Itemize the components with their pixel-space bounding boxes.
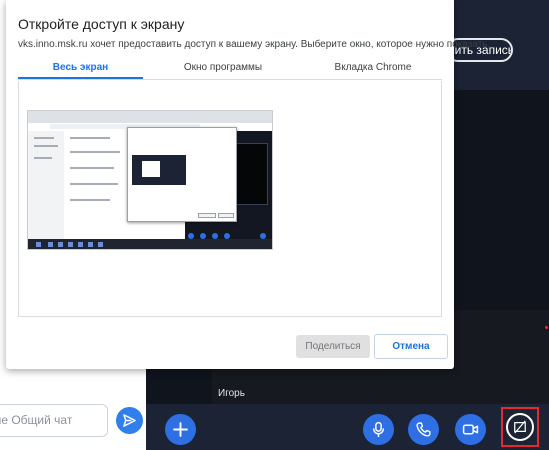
microphone-icon bbox=[372, 421, 385, 438]
video-camera-icon bbox=[462, 424, 479, 435]
cancel-button[interactable]: Отмена bbox=[374, 334, 448, 359]
thumb-taskbar-icon bbox=[78, 242, 83, 247]
dialog-title: Откройте доступ к экрану bbox=[18, 16, 185, 32]
screen-thumbnail[interactable] bbox=[27, 110, 273, 250]
screen-share-button[interactable] bbox=[506, 413, 534, 441]
share-button[interactable]: Поделиться bbox=[296, 335, 370, 358]
thumb-sidebar bbox=[28, 131, 64, 239]
thumb-line bbox=[34, 137, 54, 139]
tab-entire-screen[interactable]: Весь экран bbox=[18, 62, 143, 73]
thumb-browser-bar bbox=[28, 111, 272, 123]
thumb-taskbar-icon bbox=[58, 242, 63, 247]
plus-icon bbox=[173, 422, 188, 437]
add-button[interactable] bbox=[165, 414, 196, 445]
camera-button[interactable] bbox=[455, 414, 486, 445]
chat-input-placeholder: ние Общий чат bbox=[0, 413, 73, 427]
send-button[interactable] bbox=[116, 407, 143, 434]
microphone-button[interactable] bbox=[363, 414, 394, 445]
tab-chrome-tab[interactable]: Вкладка Chrome bbox=[308, 62, 438, 73]
thumb-taskbar-icon bbox=[48, 242, 53, 247]
participant-name: Игорь bbox=[218, 388, 245, 399]
thumb-line bbox=[34, 145, 58, 147]
thumb-taskbar-icon bbox=[36, 242, 41, 247]
thumb-popup-button bbox=[198, 213, 216, 218]
thumb-line bbox=[70, 151, 120, 153]
chat-input[interactable]: ние Общий чат bbox=[0, 404, 108, 437]
status-dot bbox=[545, 326, 548, 329]
call-button[interactable] bbox=[408, 414, 439, 445]
tab-application-window[interactable]: Окно программы bbox=[158, 62, 288, 73]
phone-icon bbox=[416, 422, 431, 437]
thumb-taskbar-icon bbox=[88, 242, 93, 247]
screen-share-icon bbox=[514, 420, 526, 434]
active-tab-indicator bbox=[18, 77, 143, 79]
thumb-line bbox=[70, 183, 118, 185]
thumb-line bbox=[70, 137, 110, 139]
dialog-description: vks.inno.msk.ru хочет предоставить досту… bbox=[18, 39, 491, 50]
thumb-line bbox=[34, 157, 52, 159]
thumb-line bbox=[70, 199, 110, 201]
thumb-popup-button bbox=[218, 213, 234, 218]
thumb-line bbox=[70, 167, 114, 169]
thumb-popup-preview-inner bbox=[142, 161, 160, 177]
controls-bar bbox=[146, 404, 549, 450]
thumb-taskbar bbox=[28, 239, 272, 249]
thumb-taskbar-icon bbox=[98, 242, 103, 247]
thumb-taskbar-icon bbox=[68, 242, 73, 247]
send-icon bbox=[123, 414, 136, 427]
source-tabs: Весь экран Окно программы Вкладка Chrome bbox=[18, 58, 442, 80]
